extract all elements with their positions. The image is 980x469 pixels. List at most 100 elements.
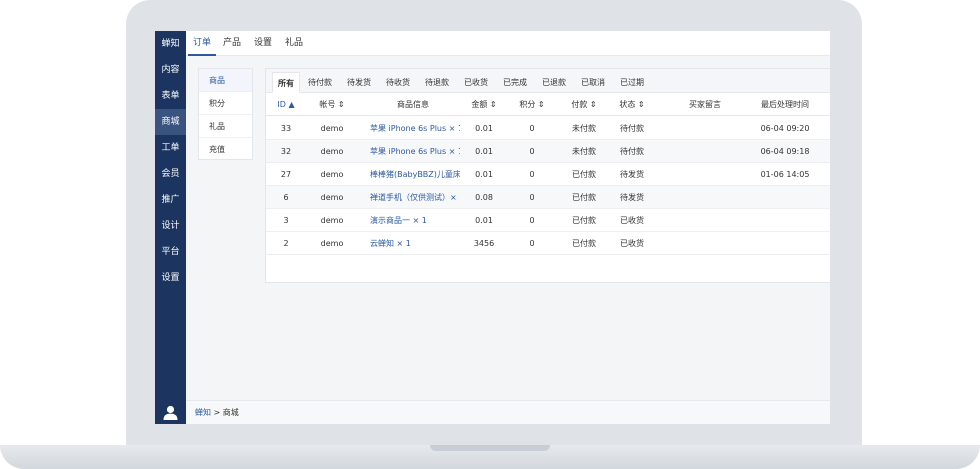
cell-amount: 0.01 [475,170,493,179]
cell-payment: 已付款 [572,193,596,202]
sort-asc-icon: ▲ [288,100,295,109]
table-header: ID ▲ 帐号 ⇕ 商品信息 金额 ⇕ 积分 ⇕ 付款 ⇕ 状态 ⇕ 买家留言 … [266,93,830,116]
cell-id: 6 [283,193,289,202]
orders-panel: 所有 待付款 待发货 待收货 待退款 已收货 已完成 已退款 已取消 已过期 I… [265,68,830,283]
cell-payment: 已付款 [572,216,596,225]
cell-buyer-note [678,163,732,186]
topnav-item-orders[interactable]: 订单 [188,31,216,56]
cell-id: 27 [280,170,292,179]
sort-icon: ⇕ [637,100,645,109]
tab-cancelled[interactable]: 已取消 [576,72,610,93]
cell-amount: 0.01 [475,147,493,156]
cell-points: 0 [529,239,535,248]
subnav-item-goods[interactable]: 商品 [199,69,252,92]
cell-account: demo [320,239,344,248]
column-header-last-processed: 最后处理时间 [761,100,809,109]
sidebar-item-members[interactable]: 会员 [155,161,186,187]
cell-account: demo [320,193,344,202]
column-header-points[interactable]: 积分 ⇕ [514,93,550,116]
cell-payment: 未付款 [572,147,596,156]
cell-account: demo [320,170,344,179]
column-header-buyer-note: 买家留言 [689,100,721,109]
tab-pending-payment[interactable]: 待付款 [303,72,337,93]
sidebar-item-platform[interactable]: 平台 [155,239,186,265]
app-window: 蝉知 内容 表单 商城 工单 会员 推广 设计 平台 设置 订单 产品 设置 礼… [155,31,830,424]
subnav-item-recharge[interactable]: 充值 [199,138,252,161]
cell-product-link[interactable]: 苹果 iPhone 6s Plus × 1 [370,117,460,140]
sidebar-item-content[interactable]: 内容 [155,57,186,83]
cell-status: 待发货 [620,170,644,179]
column-header-id[interactable]: ID ▲ [268,93,304,116]
order-type-menu: 商品 积分 礼品 充值 [198,68,253,160]
cell-last-processed [752,209,818,232]
cell-id: 2 [283,239,289,248]
breadcrumb-current: 商城 [222,408,239,417]
tab-completed[interactable]: 已完成 [498,72,532,93]
sidebar-item-tickets[interactable]: 工单 [155,135,186,161]
breadcrumb-root-link[interactable]: 蝉知 [195,408,211,417]
cell-account: demo [320,147,344,156]
sidebar: 蝉知 内容 表单 商城 工单 会员 推广 设计 平台 设置 [155,31,186,424]
laptop-notch [430,445,550,451]
cell-product-link[interactable]: 演示商品一 × 1 [370,209,460,232]
subnav-item-gifts[interactable]: 礼品 [199,115,252,138]
tab-all[interactable]: 所有 [272,72,300,93]
tab-pending-shipment[interactable]: 待发货 [342,72,376,93]
column-header-amount[interactable]: 金额 ⇕ [466,93,502,116]
cell-status: 待付款 [620,124,644,133]
cell-points: 0 [529,193,535,202]
cell-status: 待付款 [620,147,644,156]
tab-received[interactable]: 已收货 [459,72,493,93]
cell-points: 0 [529,216,535,225]
cell-product-link[interactable]: 苹果 iPhone 6s Plus × 1 [370,140,460,163]
column-header-status[interactable]: 状态 ⇕ [614,93,650,116]
cell-product-link[interactable]: 禅道手机（仅供测试）× [370,186,460,209]
cell-payment: 已付款 [572,170,596,179]
cell-id: 3 [283,216,289,225]
cell-points: 0 [529,147,535,156]
cell-product-link[interactable]: 云蝉知 × 1 [370,232,460,255]
sidebar-item-shop[interactable]: 商城 [155,109,186,135]
topnav-item-gifts[interactable]: 礼品 [280,31,308,56]
sidebar-item-forms[interactable]: 表单 [155,83,186,109]
sidebar-brand[interactable]: 蝉知 [155,31,186,57]
status-tabs: 所有 待付款 待发货 待收货 待退款 已收货 已完成 已退款 已取消 已过期 [266,69,830,93]
column-header-payment[interactable]: 付款 ⇕ [566,93,602,116]
cell-status: 已收货 [620,216,644,225]
cell-last-processed [752,186,818,209]
cell-account: demo [320,216,344,225]
sidebar-item-settings[interactable]: 设置 [155,265,186,291]
topnav-item-products[interactable]: 产品 [218,31,246,56]
column-header-product: 商品信息 [397,100,429,109]
cell-last-processed: 01-06 14:05 [760,170,810,179]
cell-product-link[interactable]: 棒棒猪(BabyBBZ)儿童床边 [370,163,460,186]
cell-account: demo [320,124,344,133]
table-row[interactable]: 2 demo 云蝉知 × 1 3456 0 已付款 已收货 [266,232,830,255]
tab-pending-receipt[interactable]: 待收货 [381,72,415,93]
cell-points: 0 [529,170,535,179]
topnav-item-settings[interactable]: 设置 [249,31,277,56]
cell-last-processed: 06-04 09:20 [760,124,810,133]
table-row[interactable]: 6 demo 禅道手机（仅供测试）× 0.08 0 已付款 待发货 [266,186,830,209]
table-row[interactable]: 32 demo 苹果 iPhone 6s Plus × 1 0.01 0 未付款… [266,140,830,163]
breadcrumb: 蝉知 > 商城 [186,400,830,424]
cell-status: 待发货 [620,193,644,202]
sidebar-item-design[interactable]: 设计 [155,213,186,239]
tab-pending-refund[interactable]: 待退款 [420,72,454,93]
main-area: 商品 积分 礼品 充值 所有 待付款 待发货 待收货 待退款 已收货 已完成 已… [186,56,830,400]
tab-refunded[interactable]: 已退款 [537,72,571,93]
cell-points: 0 [529,124,535,133]
cell-amount: 0.01 [475,124,493,133]
cell-buyer-note [678,140,732,163]
table-row[interactable]: 33 demo 苹果 iPhone 6s Plus × 1 0.01 0 未付款… [266,117,830,140]
column-header-account[interactable]: 帐号 ⇕ [312,93,352,116]
cell-last-processed [752,232,818,255]
tab-expired[interactable]: 已过期 [615,72,649,93]
sort-icon: ⇕ [337,100,345,109]
subnav-item-points[interactable]: 积分 [199,92,252,115]
cell-last-processed: 06-04 09:18 [760,147,810,156]
table-row[interactable]: 3 demo 演示商品一 × 1 0.01 0 已付款 已收货 [266,209,830,232]
user-avatar-icon[interactable] [163,405,178,420]
table-row[interactable]: 27 demo 棒棒猪(BabyBBZ)儿童床边 0.01 0 已付款 待发货 … [266,163,830,186]
sidebar-item-promotion[interactable]: 推广 [155,187,186,213]
